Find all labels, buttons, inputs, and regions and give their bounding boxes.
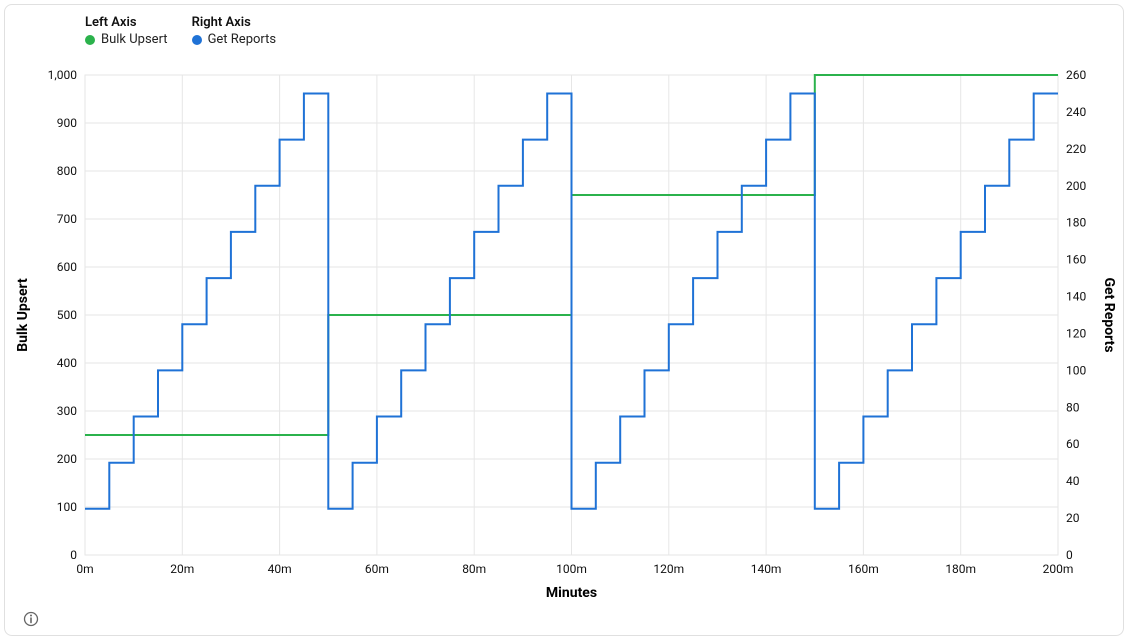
legend-left-title: Left Axis [85,15,168,30]
svg-text:0: 0 [70,548,77,562]
svg-text:40m: 40m [268,562,292,576]
svg-text:Minutes: Minutes [546,585,597,601]
legend-left-series: Bulk Upsert [101,32,168,47]
svg-text:20m: 20m [170,562,194,576]
svg-text:60m: 60m [365,562,389,576]
chart-card: Left Axis Bulk Upsert Right Axis Get Rep… [4,4,1124,636]
svg-text:120m: 120m [653,562,684,576]
svg-text:180: 180 [1066,216,1086,230]
svg-text:120: 120 [1066,326,1086,340]
legend-left-row: Bulk Upsert [85,32,168,47]
plot-area: 0 100 200 300 400 500 600 700 800 900 1,000 0 20 40 60… [5,55,1123,615]
svg-text:0: 0 [1066,548,1073,562]
legend-right-swatch-icon [192,35,202,45]
svg-text:200: 200 [1066,179,1086,193]
svg-text:900: 900 [57,116,77,130]
svg-text:800: 800 [57,164,77,178]
svg-text:80: 80 [1066,400,1080,414]
svg-text:80m: 80m [462,562,486,576]
chart-svg: 0 100 200 300 400 500 600 700 800 900 1,000 0 20 40 60… [5,55,1123,615]
svg-text:100: 100 [57,500,77,514]
svg-text:100: 100 [1066,363,1086,377]
legend-left-swatch-icon [85,35,95,45]
svg-text:220: 220 [1066,142,1086,156]
svg-text:100m: 100m [556,562,587,576]
svg-text:60: 60 [1066,437,1080,451]
legend-right-series: Get Reports [208,32,277,47]
legend-right-row: Get Reports [192,32,277,47]
svg-text:Get Reports: Get Reports [1101,277,1117,352]
legend-right-title: Right Axis [192,15,277,30]
svg-text:400: 400 [57,356,77,370]
info-icon[interactable] [23,611,39,627]
svg-text:200m: 200m [1043,562,1074,576]
svg-text:140: 140 [1066,290,1086,304]
svg-text:240: 240 [1066,105,1086,119]
svg-text:500: 500 [57,308,77,322]
series-get-reports [85,94,1058,509]
svg-text:260: 260 [1066,68,1086,82]
legend-right-axis: Right Axis Get Reports [192,15,277,47]
svg-text:Bulk Upsert: Bulk Upsert [15,278,31,352]
svg-text:180m: 180m [945,562,976,576]
svg-text:600: 600 [57,260,77,274]
svg-text:700: 700 [57,212,77,226]
svg-text:40: 40 [1066,474,1080,488]
svg-text:300: 300 [57,404,77,418]
svg-text:160: 160 [1066,253,1086,267]
svg-text:20: 20 [1066,511,1080,525]
svg-text:160m: 160m [848,562,879,576]
svg-text:1,000: 1,000 [48,68,78,82]
svg-text:140m: 140m [751,562,782,576]
svg-text:0m: 0m [76,562,93,576]
svg-text:200: 200 [57,452,77,466]
legend: Left Axis Bulk Upsert Right Axis Get Rep… [5,5,1123,47]
legend-left-axis: Left Axis Bulk Upsert [85,15,168,47]
